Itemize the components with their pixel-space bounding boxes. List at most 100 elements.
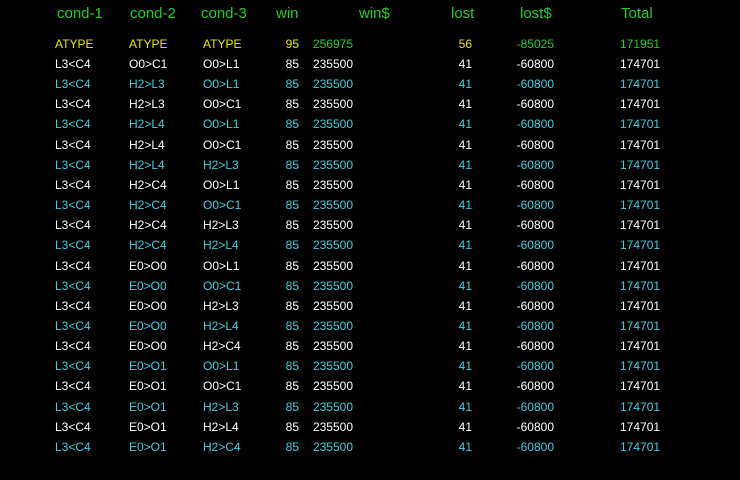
cell-total: 174701 (620, 238, 661, 253)
cell-cond-1: L3<C4 (55, 177, 91, 192)
cell-lost-dollars: -60800 (516, 359, 554, 374)
cell-cond-3: O0>L1 (203, 77, 240, 92)
cell-cond-2: E0>O0 (129, 278, 167, 293)
cell-win-dollars: 235500 (312, 379, 353, 394)
summary-row: ATYPE ATYPE ATYPE 95 256975 56 -85025 17… (0, 34, 740, 54)
cell-win-dollars: 235500 (312, 97, 353, 112)
cell-lost-dollars: -60800 (516, 137, 554, 152)
cell-cond-3: O0>L1 (203, 117, 240, 132)
cell-cond-3: H2>L3 (203, 298, 239, 313)
cell-cond-1: L3<C4 (55, 117, 91, 132)
cell-total: 174701 (620, 77, 661, 92)
cell-cond-3: H2>L3 (203, 218, 239, 233)
cell-cond-1: L3<C4 (55, 238, 91, 253)
cell-total: 174701 (620, 339, 661, 354)
cell-cond-1: L3<C4 (55, 318, 91, 333)
cell-cond-2: H2>L4 (129, 157, 165, 172)
summary-lost: 56 (458, 37, 472, 51)
header-cond-2: cond-2 (130, 5, 176, 22)
cell-cond-3: H2>C4 (203, 339, 241, 354)
cell-lost-dollars: -60800 (516, 399, 554, 414)
cell-cond-3: H2>L4 (203, 238, 239, 253)
summary-win-dollars: 256975 (312, 37, 353, 51)
summary-win: 95 (285, 37, 299, 51)
cell-cond-2: H2>L3 (129, 77, 165, 92)
table-row: L3<C4 H2>L3 O0>L1 85 235500 41 -60800 174701 (0, 74, 740, 94)
summary-lost-dollars: -85025 (516, 37, 554, 51)
cell-lost-dollars: -60800 (516, 218, 554, 233)
cell-win: 85 (285, 177, 299, 192)
cell-cond-1: L3<C4 (55, 77, 91, 92)
cell-cond-2: E0>O1 (129, 359, 167, 374)
table-row: L3<C4 H2>C4 H2>L3 85 235500 41 -60800 174701 (0, 215, 740, 235)
cell-lost-dollars: -60800 (516, 339, 554, 354)
cell-cond-2: E0>O0 (129, 339, 167, 354)
cell-win: 85 (285, 57, 299, 71)
cell-lost: 41 (458, 298, 472, 313)
cell-cond-1: L3<C4 (55, 399, 91, 414)
cell-win: 85 (285, 379, 299, 394)
results-table: cond-1 cond-2 cond-3 win win$ lost lost$… (0, 0, 740, 480)
table-row: L3<C4 H2>C4 H2>L4 85 235500 41 -60800 174701 (0, 235, 740, 255)
cell-lost-dollars: -60800 (516, 97, 554, 112)
table-row: L3<C4 H2>L4 O0>C1 85 235500 41 -60800 174701 (0, 135, 740, 155)
cell-lost: 41 (458, 77, 472, 92)
cell-cond-3: O0>L1 (203, 177, 240, 192)
cell-win-dollars: 235500 (312, 359, 353, 374)
cell-cond-3: O0>C1 (203, 97, 242, 112)
cell-win: 85 (285, 258, 299, 273)
header-win-dollars: win$ (359, 5, 390, 22)
cell-lost: 41 (458, 198, 472, 213)
cell-cond-2: H2>L4 (129, 137, 165, 152)
cell-lost: 41 (458, 258, 472, 273)
cell-win-dollars: 235500 (312, 177, 353, 192)
cell-win: 85 (285, 117, 299, 132)
cell-cond-2: H2>L4 (129, 117, 165, 132)
cell-cond-3: H2>L3 (203, 157, 239, 172)
cell-lost-dollars: -60800 (516, 198, 554, 213)
cell-total: 174701 (620, 137, 661, 152)
table-row: L3<C4 E0>O1 H2>L3 85 235500 41 -60800 174701 (0, 397, 740, 417)
cell-total: 174701 (620, 439, 661, 454)
summary-total: 171951 (620, 37, 661, 51)
cell-win: 85 (285, 419, 299, 434)
cell-cond-2: E0>O1 (129, 419, 167, 434)
cell-total: 174701 (620, 117, 661, 132)
cell-win: 85 (285, 218, 299, 233)
cell-win-dollars: 235500 (312, 258, 353, 273)
cell-cond-3: H2>L4 (203, 318, 239, 333)
cell-total: 174701 (620, 399, 661, 414)
cell-cond-3: O0>C1 (203, 379, 242, 394)
cell-lost: 41 (458, 359, 472, 374)
cell-total: 174701 (620, 278, 661, 293)
cell-win-dollars: 235500 (312, 298, 353, 313)
cell-cond-2: H2>C4 (129, 198, 167, 213)
summary-cond-1: ATYPE (55, 37, 94, 51)
cell-win: 85 (285, 298, 299, 313)
cell-lost: 41 (458, 218, 472, 233)
cell-cond-1: L3<C4 (55, 157, 91, 172)
cell-win-dollars: 235500 (312, 157, 353, 172)
cell-total: 174701 (620, 97, 661, 112)
table-row: L3<C4 H2>L4 H2>L3 85 235500 41 -60800 174701 (0, 155, 740, 175)
cell-win-dollars: 235500 (312, 419, 353, 434)
cell-win-dollars: 235500 (312, 318, 353, 333)
header-cond-1: cond-1 (57, 5, 103, 22)
table-header: cond-1 cond-2 cond-3 win win$ lost lost$… (0, 4, 740, 24)
header-win: win (276, 5, 299, 22)
cell-cond-1: L3<C4 (55, 359, 91, 374)
summary-cond-2: ATYPE (129, 37, 168, 51)
cell-total: 174701 (620, 318, 661, 333)
cell-cond-1: L3<C4 (55, 57, 91, 71)
table-row: L3<C4 E0>O1 O0>C1 85 235500 41 -60800 174701 (0, 376, 740, 396)
table-row: L3<C4 E0>O0 O0>C1 85 235500 41 -60800 174701 (0, 276, 740, 296)
cell-lost-dollars: -60800 (516, 419, 554, 434)
summary-cond-3: ATYPE (203, 37, 242, 51)
header-lost: lost (451, 5, 475, 22)
table-row: L3<C4 E0>O1 H2>L4 85 235500 41 -60800 174701 (0, 417, 740, 437)
cell-total: 174701 (620, 157, 661, 172)
cell-lost: 41 (458, 379, 472, 394)
cell-lost: 41 (458, 177, 472, 192)
cell-cond-3: O0>L1 (203, 258, 240, 273)
cell-win: 85 (285, 318, 299, 333)
